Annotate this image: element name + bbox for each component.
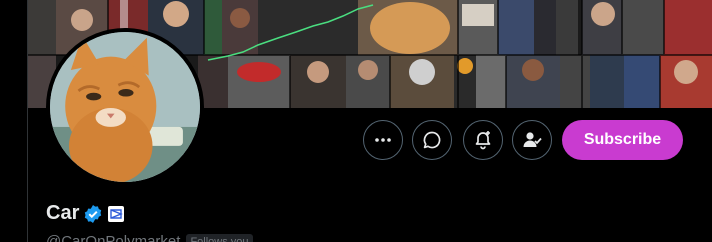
notification-bell-icon <box>475 131 491 150</box>
profile-handle-row: @CarOnPolymarket Follows you <box>46 233 253 242</box>
display-name: Car <box>46 202 80 224</box>
more-icon <box>375 138 391 142</box>
message-button[interactable] <box>412 120 452 160</box>
profile-handle: @CarOnPolymarket <box>46 233 181 242</box>
profile-name-row: Car <box>46 202 125 225</box>
subscribe-button[interactable]: Subscribe <box>562 120 683 160</box>
verified-badge-icon[interactable] <box>83 204 103 224</box>
following-person-icon <box>523 132 542 147</box>
notifications-button[interactable] <box>463 120 503 160</box>
profile-avatar[interactable] <box>46 28 204 186</box>
following-button[interactable] <box>512 120 552 160</box>
cat-avatar-image <box>50 32 200 182</box>
affiliate-logo-icon[interactable] <box>107 205 125 223</box>
more-button[interactable] <box>363 120 403 160</box>
message-icon <box>423 131 441 149</box>
follows-you-badge: Follows you <box>186 233 253 242</box>
